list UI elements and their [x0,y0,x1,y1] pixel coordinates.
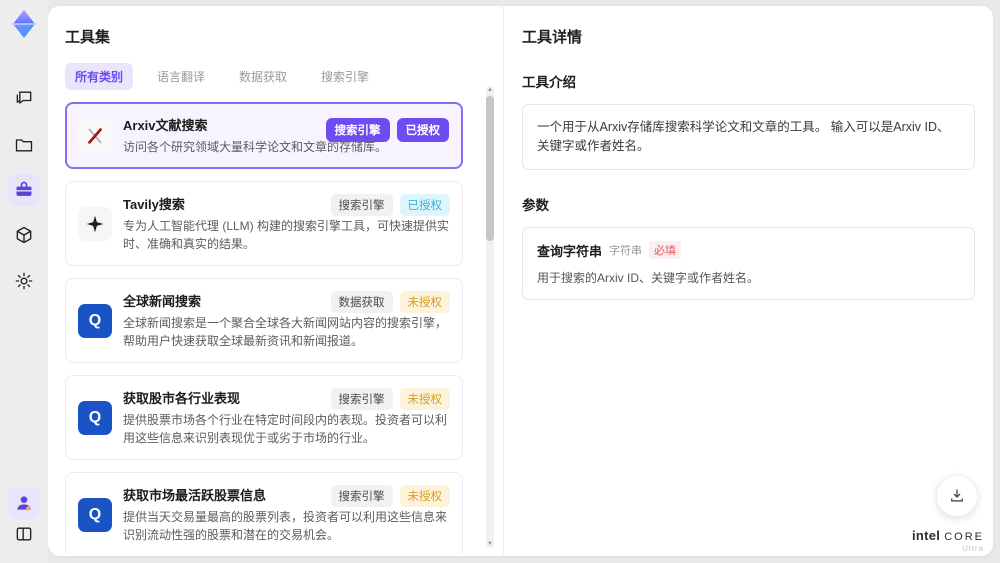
tool-description: 提供当天交易量最高的股票列表，投资者可以利用这些信息来识别流动性强的股票和潜在的… [123,510,448,542]
scrollbar-down-arrow[interactable]: ▼ [486,540,494,548]
tool-card-2[interactable]: Q 全球新闻搜索 全球新闻搜索是一个聚合全球各大新闻网站内容的搜索引擎，帮助用户快速… [65,278,463,363]
tool-description: 专为人工智能代理 (LLM) 构建的搜索引擎工具，可快速提供实时、准确和真实的结… [123,219,450,251]
intro-heading: 工具介绍 [522,75,576,90]
intel-wordmark: intel [911,528,941,543]
cube-icon[interactable] [8,219,40,251]
details-title: 工具详情 [522,29,583,46]
toolbox-icon[interactable] [8,174,40,206]
status-badge: 未授权 [399,388,450,410]
download-icon [951,489,963,502]
tool-description: 全球新闻搜索是一个聚合全球各大新闻网站内容的搜索引擎，帮助用户快速获取全球最新资… [123,316,448,348]
parameter-required-badge: 必填 [649,241,682,259]
parameter-type: 字符串 [609,245,643,257]
intel-core-logo: intel core Ultra [912,528,984,553]
tools-column: 工具集 所有类别 语言翻译 数据获取 搜索引擎 Arxiv文献搜索 访问各个研究领域大量… [48,6,503,556]
scrollbar-up-arrow[interactable]: ▲ [486,86,494,94]
q-app-icon: Q [78,303,112,338]
tool-list: Arxiv文献搜索 访问各个研究领域大量科学论文和文章的存储库。 搜索引擎 已授权 Ta… [65,102,483,554]
tool-card-1[interactable]: Tavily搜索 专为人工智能代理 (LLM) 构建的搜索引擎工具，可快速提供实时… [65,181,463,266]
tool-intro-text: 一个用于从Arxiv存储库搜索科学论文和文章的工具。 输入可以是Arxiv ID… [522,104,975,170]
status-badge: 已授权 [399,194,450,216]
details-column: 工具详情 工具介绍 一个用于从Arxiv存储库搜索科学论文和文章的工具。 输入可… [503,6,993,556]
category-badge: 搜索引擎 [330,485,393,507]
status-badge: 未授权 [399,291,450,313]
category-badge: 搜索引擎 [325,118,390,142]
folder-icon[interactable] [8,129,40,161]
parameter-name: 查询字符串 [537,243,603,259]
user-icon[interactable] [8,487,40,519]
panel-toggle-icon[interactable] [8,518,40,550]
q-app-icon: Q [78,400,112,435]
tool-card-4[interactable]: Q 获取市场最活跃股票信息 提供当天交易量最高的股票列表，投资者可以利用这些信息来识… [65,472,463,554]
buildings-news-icon: Q [78,497,112,532]
arxiv-icon [78,118,112,153]
core-wordmark: core [944,531,984,543]
scrollbar-thumb[interactable] [486,96,494,241]
chat-icon[interactable] [8,82,40,114]
tab-1[interactable]: 语言翻译 [147,63,215,90]
tool-list-scrollbar[interactable]: ▲ ▼ [486,86,494,548]
tool-description: 提供股票市场各个行业在特定时间段内的表现。投资者可以利用这些信息来识别表现优于或… [123,413,448,445]
category-tabs: 所有类别 语言翻译 数据获取 搜索引擎 [65,63,483,90]
category-badge: 搜索引擎 [330,194,393,216]
app-logo [8,8,40,40]
tab-0[interactable]: 所有类别 [65,63,134,90]
tab-3[interactable]: 搜索引擎 [311,63,379,90]
main-panel: 工具集 所有类别 语言翻译 数据获取 搜索引擎 Arxiv文献搜索 访问各个研究领域大量… [48,6,993,556]
parameter-description: 用于搜索的Arxiv ID、关键字或作者姓名。 [537,270,760,285]
status-badge: 已授权 [396,118,449,142]
sidebar [0,0,48,563]
tool-card-0[interactable]: Arxiv文献搜索 访问各个研究领域大量科学论文和文章的存储库。 搜索引擎 已授权 [65,102,463,169]
page-title: 工具集 [65,29,111,46]
parameter-item: 查询字符串 字符串 必填 用于搜索的Arxiv ID、关键字或作者姓名。 [522,226,975,300]
gear-icon[interactable] [8,265,40,297]
category-badge: 数据获取 [330,291,393,313]
params-heading: 参数 [522,197,549,213]
tavily-icon [78,206,112,241]
ultra-wordmark: Ultra [962,544,984,553]
category-badge: 搜索引擎 [330,388,393,410]
tool-card-3[interactable]: Q 获取股市各行业表现 提供股票市场各个行业在特定时间段内的表现。投资者可以利用这些… [65,375,463,460]
status-badge: 未授权 [399,485,450,507]
tab-2[interactable]: 数据获取 [229,63,297,90]
download-button[interactable] [936,475,978,517]
